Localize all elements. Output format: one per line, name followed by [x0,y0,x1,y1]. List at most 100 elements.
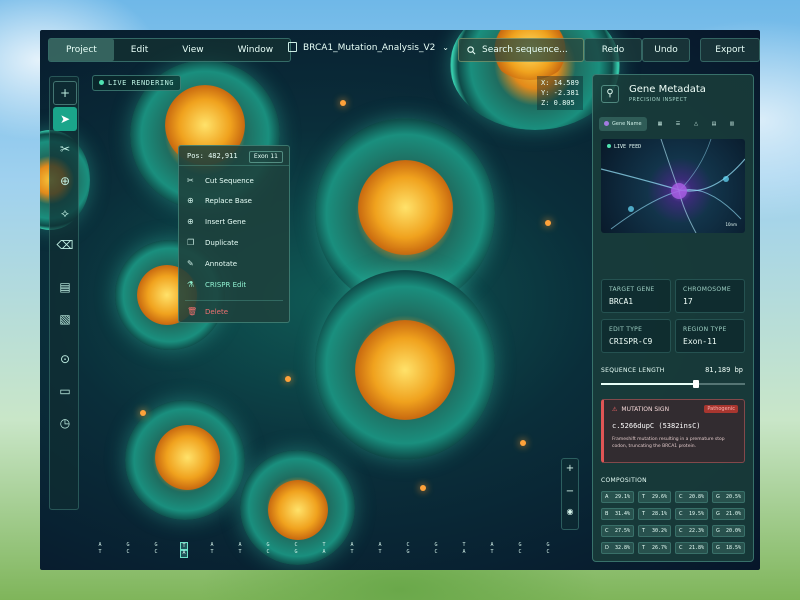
base-top[interactable]: G [432,542,440,549]
composition-base: C [679,511,683,517]
base-bottom[interactable]: T [376,549,384,556]
base-top[interactable]: G [516,542,524,549]
annotate-icon: ✎ [187,259,194,268]
menu-item-duplicate[interactable]: ❐ Duplicate [187,236,283,250]
particle [420,485,426,491]
sequence-strip[interactable]: ATGCGCTAATATGCCGTAATATCGGCTAATGCGC [92,540,562,560]
fit-view-icon[interactable]: ◉ [562,507,578,516]
flask-icon: ⚗ [187,280,195,289]
base-top[interactable]: A [376,542,384,549]
redo-button[interactable]: Redo [584,38,642,62]
base-bottom[interactable]: C [152,549,160,556]
menu-item-delete[interactable]: 🗑 Delete [187,305,283,319]
base-top[interactable]: G [264,542,272,549]
history-icon[interactable]: ◷ [53,411,77,435]
export-button[interactable]: Export [700,38,760,62]
live-rendering-badge: LIVE RENDERING [92,75,182,91]
composition-percent: 26.7% [651,545,667,551]
document-icon[interactable]: ▧ [53,307,77,331]
base-bottom[interactable]: G [404,549,412,556]
base-top[interactable]: T [460,542,468,549]
trash-icon: 🗑 [187,307,198,316]
base-bottom[interactable]: T [236,549,244,556]
composition-percent: 19.5% [688,511,704,517]
base-top[interactable]: A [208,542,216,549]
erase-icon[interactable]: ⌫ [53,233,77,257]
list-icon[interactable]: ☰ [671,117,685,131]
menu-item-crispr-edit[interactable]: ⚗ CRISPR Edit [187,278,283,292]
base-top[interactable]: C [292,542,300,549]
insert-icon: ⊕ [187,217,194,226]
base-top[interactable]: A [488,542,496,549]
menu-item-annotate[interactable]: ✎ Annotate [187,257,283,271]
slider-thumb[interactable] [693,380,700,388]
base-bottom[interactable]: A [180,549,188,558]
flask-icon[interactable]: △ [689,117,703,131]
base-bottom[interactable]: T [96,549,104,556]
composition-cell: G 18.5% [712,542,745,554]
base-bottom[interactable]: C [124,549,132,556]
chromosome-card: CHROMOSOME 17 [675,279,745,313]
base-bottom[interactable]: C [544,549,552,556]
base-top[interactable]: A [348,542,356,549]
target-gene-label: TARGET GENE [609,286,655,293]
menu-window[interactable]: Window [221,39,291,61]
menu-bar: Project Edit View Window [48,38,292,62]
search-box[interactable] [458,38,584,62]
composition-cell: G 20.5% [712,491,745,503]
menu-edit[interactable]: Edit [114,39,165,61]
panel-tabs: Gene Name ▦ ☰ △ ▤ ▥ [599,117,749,131]
duplicate-icon: ❐ [187,238,195,247]
chromosome-value: 17 [683,297,693,306]
sequence-length-slider[interactable] [601,380,745,388]
base-bottom[interactable]: T [488,549,496,556]
sequence-length-label: SEQUENCE LENGTH [601,367,665,374]
menu-item-insert-gene[interactable]: ⊕ Insert Gene [187,215,283,229]
base-top[interactable]: T [320,542,328,549]
base-top[interactable]: G [544,542,552,549]
undo-button[interactable]: Undo [642,38,690,62]
context-menu: Pos: 482,911 Exon 11 ✂ Cut Sequence ⊕ Repl… [178,145,290,323]
menu-view[interactable]: View [165,39,220,61]
zoom-in-icon[interactable]: ⊙ [53,347,77,371]
base-bottom[interactable]: T [208,549,216,556]
add-icon[interactable]: + [53,81,77,105]
ruler-icon[interactable]: ▭ [53,379,77,403]
menu-item-cut-sequence[interactable]: ✂ Cut Sequence [187,174,283,188]
base-bottom[interactable]: A [460,549,468,556]
dna-icon[interactable]: ⟡ [53,201,77,225]
scissors-icon[interactable]: ✂ [53,137,77,161]
grid-icon[interactable]: ▥ [725,117,739,131]
tab-gene-name[interactable]: Gene Name [599,117,647,131]
particle [285,376,291,382]
particle [340,100,346,106]
base-top[interactable]: C [404,542,412,549]
live-feed-view[interactable]: LIVE FEED 10nm [601,139,745,233]
notes-icon[interactable]: ▤ [53,275,77,299]
tab-indicator-dot [604,121,609,126]
base-top[interactable]: G [124,542,132,549]
composition-base: T [642,494,646,500]
base-bottom[interactable]: G [292,549,300,556]
map-icon[interactable]: ▦ [653,117,667,131]
base-top[interactable]: A [236,542,244,549]
search-input[interactable] [482,45,572,55]
pointer-icon[interactable]: ➤ [53,107,77,131]
file-selector[interactable]: BRCA1_Mutation_Analysis_V2 ⌄ [288,42,449,53]
base-bottom[interactable]: C [516,549,524,556]
composition-cell: T 30.2% [638,525,671,537]
menu-project[interactable]: Project [49,39,114,61]
zoom-out-button[interactable]: − [562,486,578,497]
base-bottom[interactable]: A [320,549,328,556]
base-bottom[interactable]: C [432,549,440,556]
menu-item-replace-base[interactable]: ⊕ Replace Base [187,194,283,208]
base-bottom[interactable]: C [264,549,272,556]
base-top[interactable]: A [96,542,104,549]
neuron-image [601,139,745,233]
zoom-in-button[interactable]: + [562,463,578,474]
document-icon[interactable]: ▤ [707,117,721,131]
particle [140,410,146,416]
base-top[interactable]: G [152,542,160,549]
insert-icon[interactable]: ⊕ [53,169,77,193]
base-bottom[interactable]: T [348,549,356,556]
